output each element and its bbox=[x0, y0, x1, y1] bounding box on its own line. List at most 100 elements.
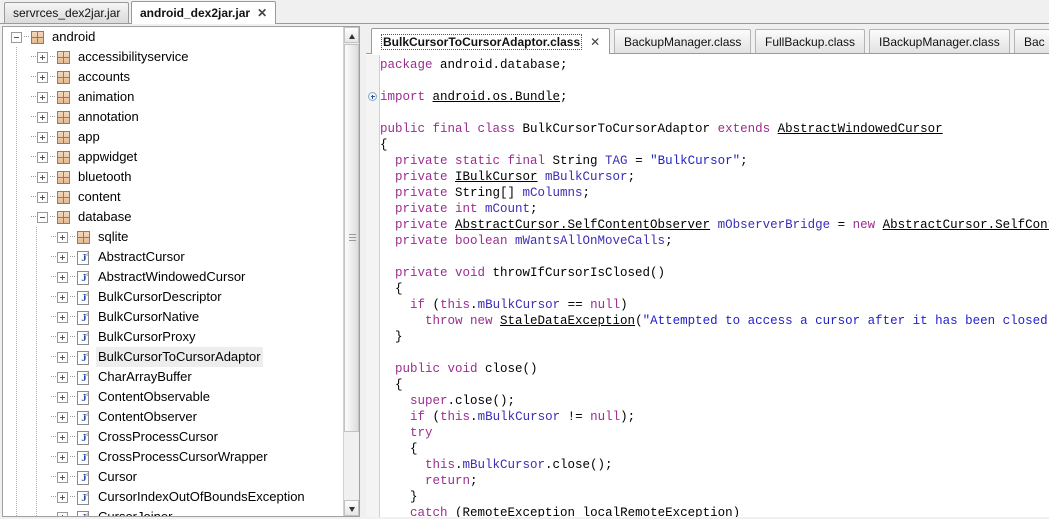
editor-tab-4[interactable]: Bac bbox=[1014, 29, 1049, 53]
editor-tab-3[interactable]: IBackupManager.class bbox=[869, 29, 1010, 53]
scroll-up-button[interactable] bbox=[344, 27, 359, 43]
tree-node-cursor[interactable]: Cursor bbox=[3, 467, 344, 487]
close-icon[interactable]: ✕ bbox=[590, 35, 600, 49]
tree-node-database[interactable]: database bbox=[3, 207, 344, 227]
editor-tab-2[interactable]: FullBackup.class bbox=[755, 29, 866, 53]
code-token: ); bbox=[620, 410, 636, 424]
tree-node-annotation[interactable]: annotation bbox=[3, 107, 344, 127]
editor-tab-0[interactable]: BulkCursorToCursorAdaptor.class ✕ bbox=[371, 28, 611, 54]
expand-plus-icon[interactable] bbox=[57, 331, 68, 343]
expand-plus-icon[interactable] bbox=[57, 471, 68, 483]
expand-plus-icon[interactable] bbox=[37, 171, 48, 183]
tree-node-crossprocesscursor[interactable]: CrossProcessCursor bbox=[3, 427, 344, 447]
collapse-minus-icon[interactable] bbox=[37, 211, 48, 223]
package-icon bbox=[76, 229, 92, 245]
expand-plus-icon[interactable] bbox=[57, 451, 68, 463]
expand-plus-icon[interactable] bbox=[57, 311, 68, 323]
package-tree[interactable]: android accessibilityservice accounts anima… bbox=[3, 27, 344, 516]
tree-node-bulkcursorproxy[interactable]: BulkCursorProxy bbox=[3, 327, 344, 347]
code-token: { bbox=[380, 378, 403, 392]
package-glyph bbox=[57, 51, 70, 64]
close-icon[interactable]: ✕ bbox=[257, 7, 267, 19]
tree-node-sqlite[interactable]: sqlite bbox=[3, 227, 344, 247]
arrow-up-icon bbox=[349, 34, 355, 39]
expand-plus-icon[interactable] bbox=[57, 491, 68, 503]
code-viewer[interactable]: package android.database; import android… bbox=[366, 54, 1049, 519]
jar-tab-bar: servrces_dex2jar.jar android_dex2jar.jar ✕ bbox=[0, 0, 1049, 24]
tree-node-abstractwindowedcursor[interactable]: AbstractWindowedCursor bbox=[3, 267, 344, 287]
code-line: { bbox=[380, 137, 1049, 153]
fold-margin[interactable] bbox=[366, 55, 380, 519]
expand-plus-icon[interactable] bbox=[37, 131, 48, 143]
tree-node-animation[interactable]: animation bbox=[3, 87, 344, 107]
expand-plus-icon[interactable] bbox=[57, 431, 68, 443]
tree-node-accounts[interactable]: accounts bbox=[3, 67, 344, 87]
jar-tab-0[interactable]: servrces_dex2jar.jar bbox=[4, 2, 130, 23]
arrow-down-icon bbox=[349, 507, 355, 512]
tree-node-crossprocesscursorwrapper[interactable]: CrossProcessCursorWrapper bbox=[3, 447, 344, 467]
expand-plus-icon[interactable] bbox=[57, 251, 68, 263]
code-token: null bbox=[590, 410, 621, 424]
expand-plus-icon[interactable] bbox=[57, 231, 68, 243]
tree-node-bluetooth[interactable]: bluetooth bbox=[3, 167, 344, 187]
code-line: if (this.mBulkCursor == null) bbox=[380, 297, 1049, 313]
tree-node-contentobservable[interactable]: ContentObservable bbox=[3, 387, 344, 407]
tree-node-label: CursorJoiner bbox=[96, 507, 174, 516]
expand-plus-icon[interactable] bbox=[57, 371, 68, 383]
expand-plus-icon[interactable] bbox=[57, 351, 68, 363]
expand-plus-icon[interactable] bbox=[37, 151, 48, 163]
expand-plus-icon[interactable] bbox=[57, 411, 68, 423]
tree-node-appwidget[interactable]: appwidget bbox=[3, 147, 344, 167]
tree-node-cursorindexoutofboundsexception[interactable]: CursorIndexOutOfBoundsException bbox=[3, 487, 344, 507]
code-token: mWantsAllOnMoveCalls bbox=[515, 234, 666, 248]
tree-node-app[interactable]: app bbox=[3, 127, 344, 147]
tree-node-contentobserver[interactable]: ContentObserver bbox=[3, 407, 344, 427]
code-token: ( bbox=[432, 298, 441, 312]
expand-plus-icon[interactable] bbox=[37, 191, 48, 203]
tree-node-cursorjoiner[interactable]: CursorJoiner bbox=[3, 507, 344, 516]
tree-node-accessibilityservice[interactable]: accessibilityservice bbox=[3, 47, 344, 67]
package-icon bbox=[56, 109, 72, 125]
code-token: String bbox=[552, 154, 606, 168]
code-line: } bbox=[380, 329, 1049, 345]
code-token: . bbox=[470, 410, 478, 424]
editor-tab-1[interactable]: BackupManager.class bbox=[614, 29, 752, 53]
expand-plus-icon[interactable] bbox=[37, 91, 48, 103]
package-glyph bbox=[57, 211, 70, 224]
tree-node-bulkcursornative[interactable]: BulkCursorNative bbox=[3, 307, 344, 327]
code-token: ; bbox=[530, 202, 538, 216]
java-class-icon bbox=[76, 429, 92, 446]
expand-plus-icon[interactable] bbox=[57, 391, 68, 403]
expand-plus-icon[interactable] bbox=[57, 511, 68, 516]
expand-plus-icon[interactable] bbox=[57, 291, 68, 303]
code-line: this.mBulkCursor.close(); bbox=[380, 457, 1049, 473]
tree-vertical-scrollbar[interactable] bbox=[343, 27, 359, 516]
tree-node-abstractcursor[interactable]: AbstractCursor bbox=[3, 247, 344, 267]
scrollbar-thumb[interactable] bbox=[344, 44, 359, 432]
tree-node-android[interactable]: android bbox=[3, 27, 344, 47]
tree-node-chararraybuffer[interactable]: CharArrayBuffer bbox=[3, 367, 344, 387]
collapse-minus-icon[interactable] bbox=[11, 31, 22, 43]
tree-node-content[interactable]: content bbox=[3, 187, 344, 207]
expand-plus-icon[interactable] bbox=[37, 111, 48, 123]
code-token: this bbox=[380, 458, 456, 472]
class-glyph bbox=[77, 351, 90, 366]
java-class-icon bbox=[76, 489, 92, 506]
scroll-down-button[interactable] bbox=[344, 500, 359, 516]
tree-node-bulkcursortocursoradaptor[interactable]: BulkCursorToCursorAdaptor bbox=[3, 347, 344, 367]
expand-plus-icon[interactable] bbox=[37, 71, 48, 83]
editor-tab-label: Bac bbox=[1024, 34, 1045, 49]
tree-node-bulkcursordescriptor[interactable]: BulkCursorDescriptor bbox=[3, 287, 344, 307]
class-glyph bbox=[77, 471, 90, 486]
tree-node-label: bluetooth bbox=[78, 169, 132, 184]
expand-plus-icon[interactable] bbox=[37, 51, 48, 63]
tree-node-label: BulkCursorDescriptor bbox=[98, 289, 222, 304]
class-glyph bbox=[77, 271, 90, 286]
fold-expand-icon[interactable] bbox=[368, 92, 377, 101]
jar-tab-1[interactable]: android_dex2jar.jar ✕ bbox=[131, 1, 277, 24]
expand-plus-icon[interactable] bbox=[57, 271, 68, 283]
